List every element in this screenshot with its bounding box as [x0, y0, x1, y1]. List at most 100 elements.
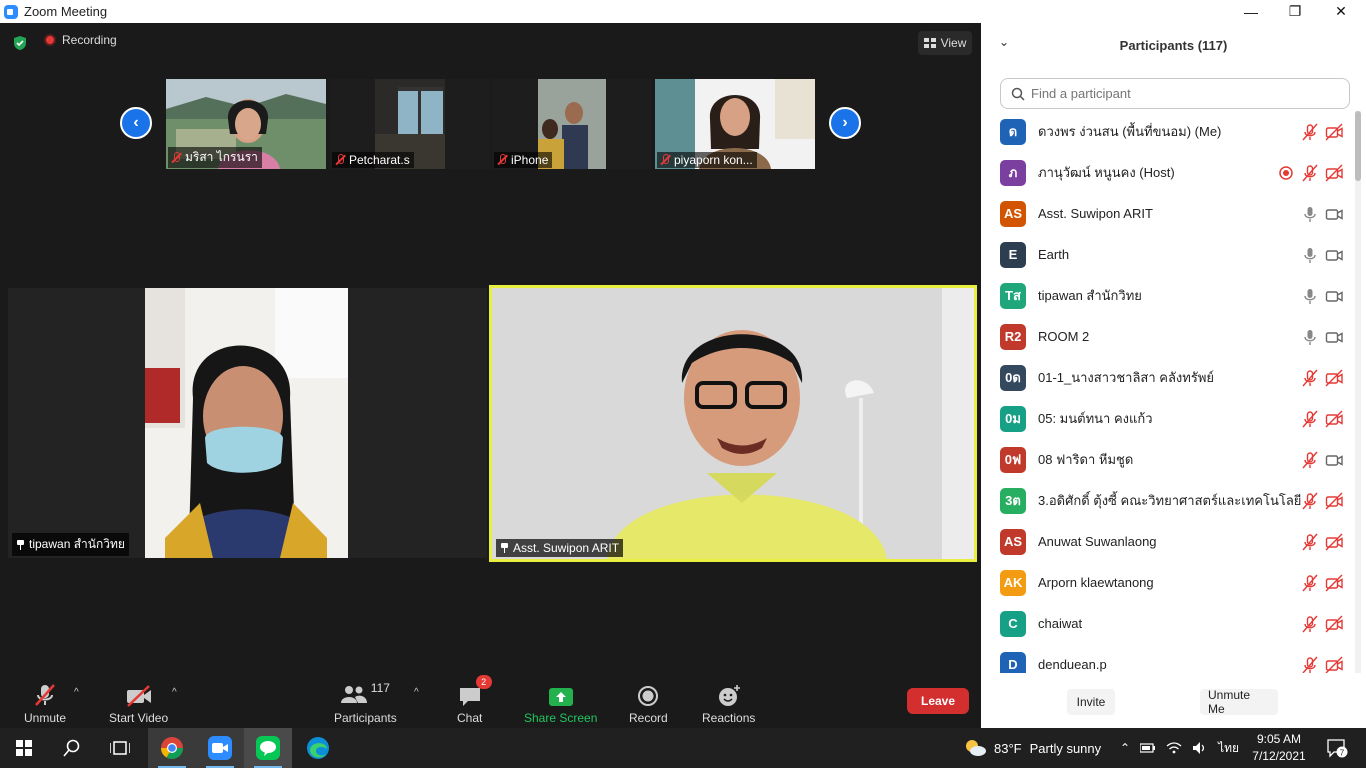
- scrollbar-thumb[interactable]: [1355, 111, 1361, 181]
- active-speaker-tile[interactable]: Asst. Suwipon ARIT: [489, 285, 977, 562]
- participant-row[interactable]: 0ด 01-1_นางสาวชาลิสา คลังทรัพย์: [981, 357, 1353, 398]
- maximize-button[interactable]: ❐: [1272, 0, 1318, 23]
- unmute-button[interactable]: Unmute: [24, 681, 66, 725]
- volume-icon[interactable]: [1192, 741, 1208, 755]
- zoom-taskbar-app[interactable]: [196, 728, 244, 768]
- participant-row[interactable]: ด ดวงพร ง่วนสน (พื้นที่ขนอม) (Me): [981, 111, 1353, 152]
- notifications-button[interactable]: 7: [1322, 728, 1352, 768]
- participant-row[interactable]: 0ม 05: มนต์ทนา คงแก้ว: [981, 398, 1353, 439]
- mic-muted-icon[interactable]: [1301, 492, 1319, 510]
- video-off-icon[interactable]: [1325, 164, 1343, 182]
- search-taskbar-button[interactable]: [48, 728, 96, 768]
- video-off-icon[interactable]: [1325, 533, 1343, 551]
- thumbnail-name: มริสา ไกรนรา: [185, 150, 258, 164]
- participant-row[interactable]: AS Asst. Suwipon ARIT: [981, 193, 1353, 234]
- participant-row[interactable]: AK Arporn klaewtanong: [981, 562, 1353, 603]
- participant-row[interactable]: E Earth: [981, 234, 1353, 275]
- video-thumbnail[interactable]: piyaporn kon...: [655, 79, 815, 169]
- invite-button[interactable]: Invite: [1067, 689, 1115, 715]
- participant-row[interactable]: 3ต 3.อดิศักดิ์ ตุ้งซี้ คณะวิทยาศาสตร์และเ…: [981, 480, 1353, 521]
- battery-icon[interactable]: [1140, 742, 1156, 754]
- video-icon[interactable]: [1325, 328, 1343, 346]
- participant-row[interactable]: Cchaiwat: [981, 603, 1353, 644]
- mic-icon[interactable]: [1301, 328, 1319, 346]
- previous-page-button[interactable]: ‹: [120, 107, 152, 139]
- participant-avatar: AK: [1000, 569, 1026, 596]
- leave-button[interactable]: Leave: [907, 688, 969, 714]
- participant-name: Asst. Suwipon ARIT: [1038, 206, 1153, 221]
- share-screen-button[interactable]: Share Screen: [524, 681, 597, 725]
- minimize-button[interactable]: —: [1228, 0, 1274, 23]
- chat-button[interactable]: 2 Chat: [457, 675, 492, 725]
- unmute-me-button[interactable]: Unmute Me: [1200, 688, 1278, 716]
- mic-muted-icon[interactable]: [1301, 164, 1319, 182]
- mic-icon[interactable]: [1301, 205, 1319, 223]
- input-language[interactable]: ไทย: [1218, 739, 1239, 758]
- close-button[interactable]: ✕: [1318, 0, 1364, 23]
- chat-icon: [459, 688, 480, 706]
- video-icon[interactable]: [1325, 451, 1343, 469]
- participant-row[interactable]: 0ฟ 08 ฟาริดา หีมชูด: [981, 439, 1353, 480]
- participants-scrollbar[interactable]: [1355, 111, 1361, 673]
- start-video-button[interactable]: Start Video: [109, 681, 168, 725]
- video-off-icon[interactable]: [1325, 656, 1343, 674]
- participant-row[interactable]: ภ ภานุวัฒน์ หนูนคง (Host): [981, 152, 1353, 193]
- task-view-button[interactable]: [96, 728, 144, 768]
- audio-options-caret-icon[interactable]: ^: [74, 687, 79, 698]
- video-off-icon[interactable]: [1325, 369, 1343, 387]
- mic-muted-icon[interactable]: [1301, 615, 1319, 633]
- video-off-icon[interactable]: [1325, 410, 1343, 428]
- recording-label: Recording: [62, 33, 117, 47]
- video-icon[interactable]: [1325, 205, 1343, 223]
- mic-icon[interactable]: [1301, 287, 1319, 305]
- next-page-button[interactable]: ›: [829, 107, 861, 139]
- video-tile[interactable]: tipawan สำนักวิทย: [8, 288, 487, 558]
- search-input[interactable]: [1031, 86, 1331, 101]
- video-icon[interactable]: [1325, 246, 1343, 264]
- video-options-caret-icon[interactable]: ^: [172, 687, 177, 698]
- reactions-button[interactable]: Reactions: [702, 681, 755, 725]
- mic-muted-icon[interactable]: [1301, 410, 1319, 428]
- participant-row[interactable]: Ddenduean.p: [981, 644, 1353, 673]
- video-thumbnail[interactable]: มริสา ไกรนรา: [166, 79, 326, 169]
- participants-button[interactable]: 117 Participants: [334, 681, 397, 725]
- record-button[interactable]: Record: [629, 681, 668, 725]
- video-icon[interactable]: [1325, 287, 1343, 305]
- mic-muted-icon: [659, 154, 671, 166]
- mic-muted-icon[interactable]: [1301, 574, 1319, 592]
- weather-widget[interactable]: 83°F Partly sunny: [964, 728, 1101, 768]
- video-thumbnail[interactable]: iPhone: [492, 79, 652, 169]
- meeting-toolbar: Unmute ^ Start Video ^ 117 Participants …: [0, 673, 981, 728]
- mic-muted-icon[interactable]: [1301, 451, 1319, 469]
- mic-icon[interactable]: [1301, 246, 1319, 264]
- participant-row[interactable]: AS Anuwat Suwanlaong: [981, 521, 1353, 562]
- mic-muted-icon[interactable]: [1301, 533, 1319, 551]
- start-button[interactable]: [0, 728, 48, 768]
- chrome-taskbar-app[interactable]: [148, 728, 196, 768]
- show-hidden-icons-chevron-icon[interactable]: ⌃: [1120, 741, 1130, 755]
- video-off-icon[interactable]: [1325, 492, 1343, 510]
- video-off-icon[interactable]: [1325, 615, 1343, 633]
- view-button[interactable]: View: [918, 31, 972, 55]
- mic-muted-icon[interactable]: [1301, 656, 1319, 674]
- participant-row[interactable]: Tส tipawan สำนักวิทย: [981, 275, 1353, 316]
- video-thumbnail[interactable]: Petcharat.s: [330, 79, 490, 169]
- participant-name: 3.อดิศักดิ์ ตุ้งซี้ คณะวิทยาศาสตร์และเทค…: [1038, 493, 1302, 508]
- participants-count: 117: [370, 681, 390, 695]
- system-clock[interactable]: 9:05 AM 7/12/2021: [1251, 731, 1307, 765]
- mic-muted-icon[interactable]: [1301, 123, 1319, 141]
- edge-taskbar-app[interactable]: [294, 728, 342, 768]
- participant-avatar: C: [1000, 610, 1026, 637]
- participant-name: chaiwat: [1038, 616, 1083, 631]
- video-off-icon[interactable]: [1325, 574, 1343, 592]
- collapse-chevron-icon[interactable]: ⌄: [999, 35, 1009, 49]
- participant-row[interactable]: R2 ROOM 2: [981, 316, 1353, 357]
- video-off-icon[interactable]: [1325, 123, 1343, 141]
- participant-search[interactable]: [1000, 78, 1350, 109]
- wifi-icon[interactable]: [1166, 741, 1182, 755]
- participant-name: ดวงพร ง่วนสน (พื้นที่ขนอม) (Me): [1038, 124, 1222, 139]
- mic-muted-icon[interactable]: [1301, 369, 1319, 387]
- encryption-shield-icon[interactable]: [12, 35, 28, 51]
- participants-options-caret-icon[interactable]: ^: [414, 687, 419, 698]
- line-taskbar-app[interactable]: [244, 728, 292, 768]
